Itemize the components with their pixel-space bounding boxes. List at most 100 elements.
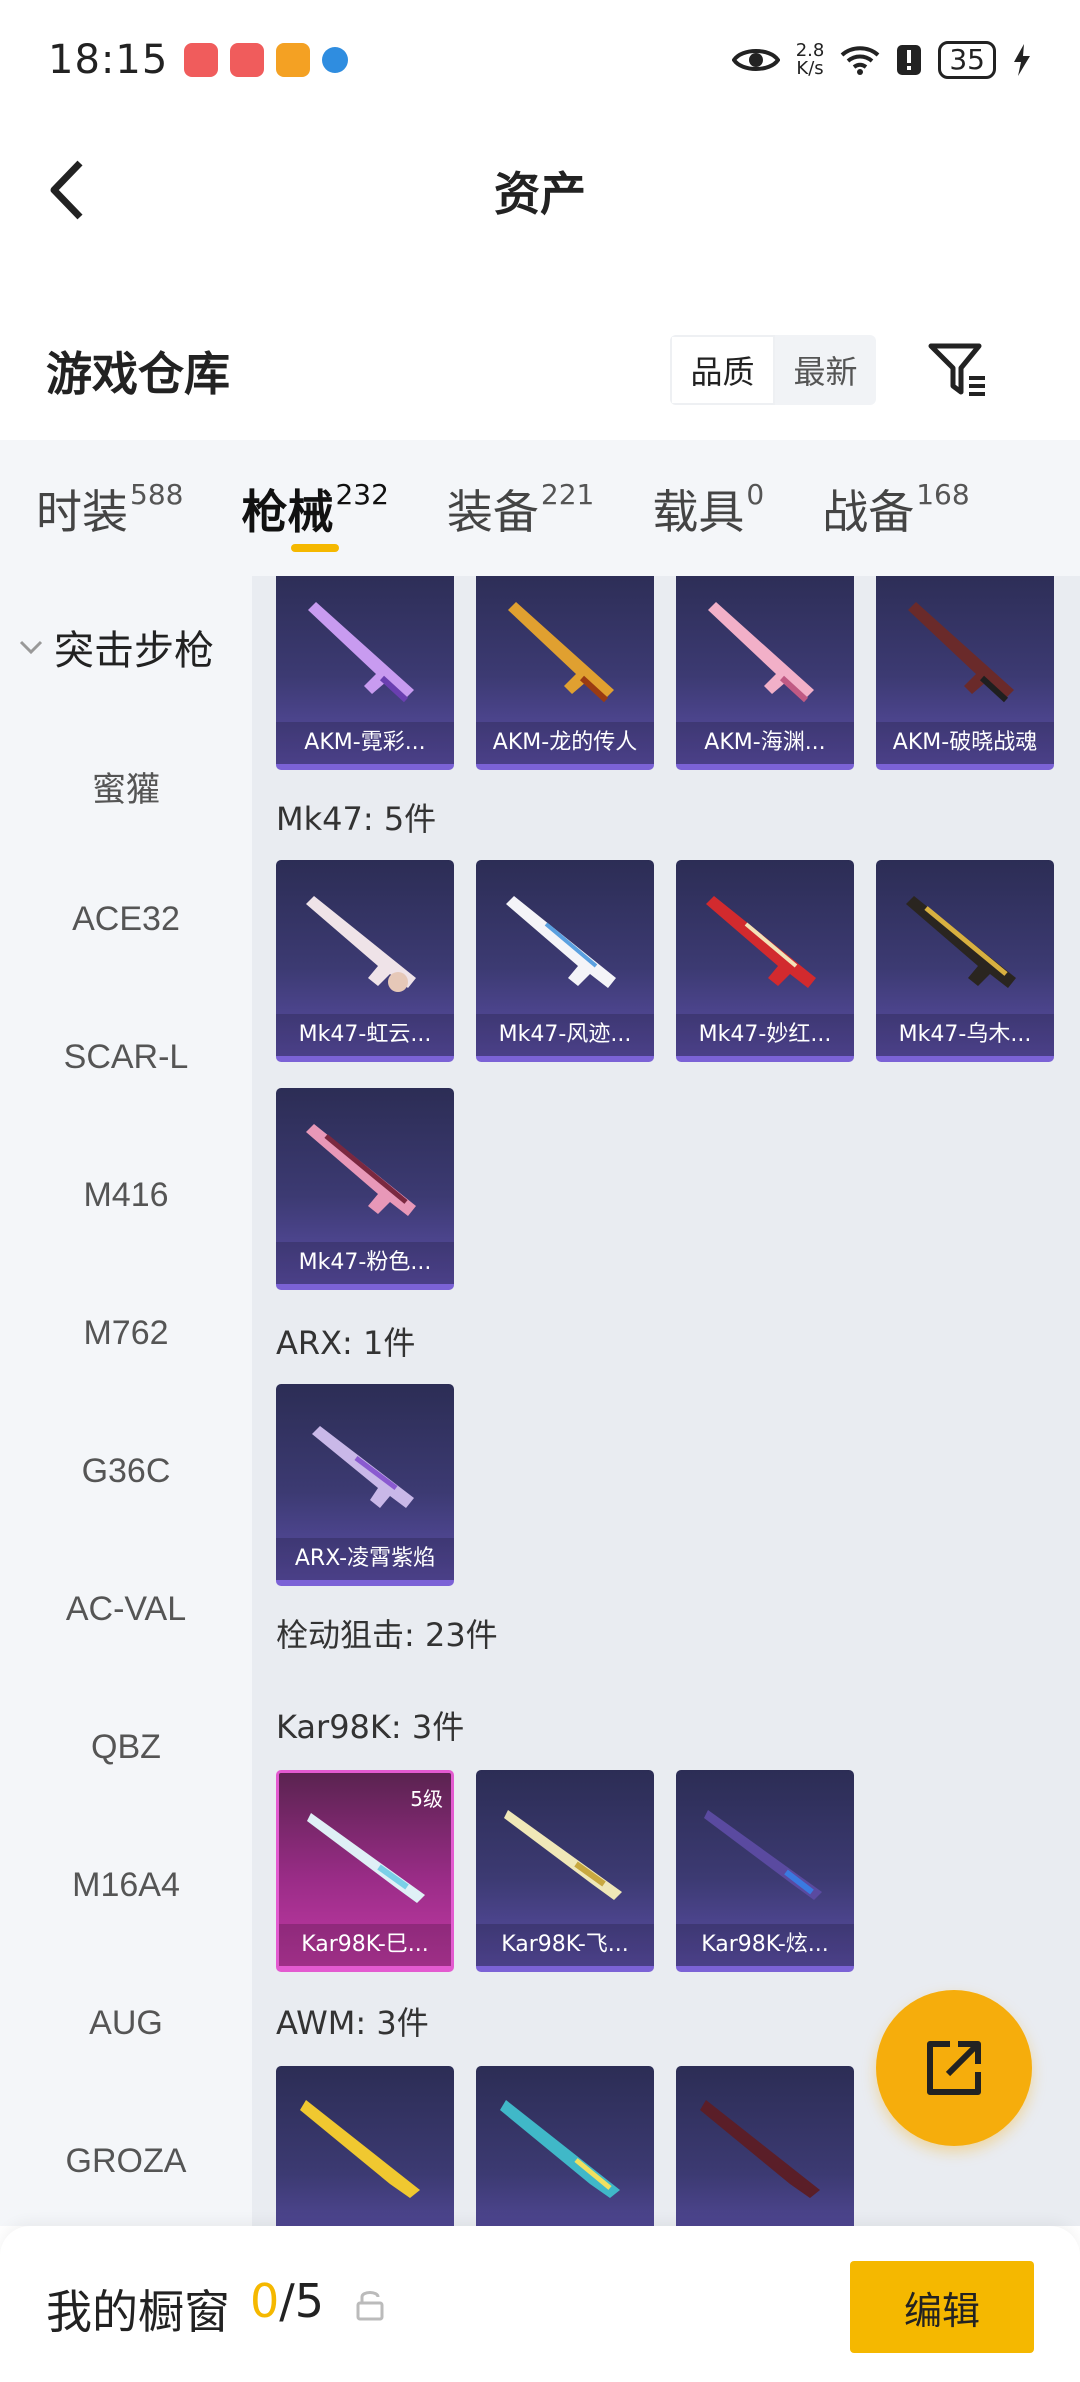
tab-fashion[interactable]: 时装588 bbox=[36, 440, 183, 576]
rifle-icon bbox=[508, 602, 614, 703]
skin-card[interactable]: AKM-海渊... bbox=[676, 576, 854, 770]
sidebar-item-m16a4[interactable]: M16A4 bbox=[0, 1866, 252, 1905]
weapon-sidebar: 突击步枪 蜜獾 ACE32 SCAR-L M416 M762 G36C AC-V… bbox=[0, 576, 252, 2226]
rifle-icon bbox=[700, 2100, 820, 2198]
rifle-icon bbox=[300, 2100, 420, 2198]
showcase-bar: 我的橱窗 0/5 编辑 bbox=[0, 2226, 1080, 2382]
sidebar-item-scar-l[interactable]: SCAR-L bbox=[0, 1038, 252, 1077]
skin-card-featured[interactable]: 5级 Kar98K-巳... bbox=[276, 1770, 454, 1972]
status-bar: 18:15 2.8 K/s 35 bbox=[0, 0, 1080, 120]
category-tabs: 时装588 枪械232 装备221 载具0 战备168 bbox=[0, 440, 1080, 576]
group-title-bolt-sniper: 栓动狙击: 23件 bbox=[276, 1616, 498, 1654]
share-fab-button[interactable] bbox=[876, 1990, 1032, 2146]
skin-card-label: AKM-破晓战魂 bbox=[876, 722, 1054, 764]
tab-label: 战备 bbox=[822, 485, 915, 539]
lock-icon bbox=[356, 2291, 384, 2321]
group-title-mk47: Mk47: 5件 bbox=[276, 800, 437, 838]
group-title-arx: ARX: 1件 bbox=[276, 1324, 416, 1362]
skin-card-label: Mk47-妙红... bbox=[676, 1014, 854, 1056]
tab-count: 0 bbox=[746, 478, 765, 511]
rifle-icon bbox=[704, 1810, 822, 1900]
skin-card[interactable]: AKM-霓彩... bbox=[276, 576, 454, 770]
skin-card[interactable]: Mk47-妙红... bbox=[676, 860, 854, 1062]
sidebar-item-g36c[interactable]: G36C bbox=[0, 1452, 252, 1491]
sidebar-item-m416[interactable]: M416 bbox=[0, 1176, 252, 1215]
notification-app-icon-1 bbox=[184, 43, 219, 77]
skin-card[interactable]: Mk47-风迹... bbox=[476, 860, 654, 1062]
weapon-skin-grid: AKM-霓彩... AKM-龙的传人 AKM-海渊... AKM-破晓战魂 Mk… bbox=[252, 576, 1080, 2226]
chevron-down-icon bbox=[19, 640, 43, 655]
sidebar-item-qbz[interactable]: QBZ bbox=[0, 1728, 252, 1767]
skin-card-label: ARX-凌霄紫焰 bbox=[276, 1538, 454, 1580]
skin-card[interactable]: Kar98K-飞... bbox=[476, 1770, 654, 1972]
skin-card[interactable]: Mk47-粉色... bbox=[276, 1088, 454, 1290]
sort-quality-button[interactable]: 品质 bbox=[670, 335, 775, 405]
rifle-icon bbox=[504, 1810, 622, 1900]
net-speed: 2.8 K/s bbox=[796, 42, 825, 78]
skin-card-label: AKM-霓彩... bbox=[276, 722, 454, 764]
rifle-icon bbox=[306, 1124, 416, 1216]
skin-card[interactable]: Kar98K-炫... bbox=[676, 1770, 854, 1972]
tab-label: 枪械 bbox=[241, 485, 334, 539]
wifi-icon bbox=[841, 46, 880, 75]
sidebar-category-label: 突击步枪 bbox=[54, 628, 214, 674]
skin-card[interactable] bbox=[276, 2066, 454, 2226]
skin-card-label: Mk47-虹云... bbox=[276, 1014, 454, 1056]
sidebar-item-honey-badger[interactable]: 蜜獾 bbox=[0, 762, 252, 811]
charging-icon bbox=[1014, 44, 1030, 76]
filter-button[interactable] bbox=[925, 338, 991, 404]
rifle-icon bbox=[312, 1426, 414, 1508]
status-app-icons bbox=[184, 43, 349, 77]
showcase-count: 0/5 bbox=[250, 2274, 324, 2328]
showcase-count-current: 0 bbox=[250, 2274, 280, 2328]
group-title-kar98k: Kar98K: 3件 bbox=[276, 1708, 465, 1746]
showcase-title: 我的橱窗 bbox=[46, 2285, 230, 2339]
tab-firearms[interactable]: 枪械232 bbox=[241, 440, 389, 576]
tab-vehicles[interactable]: 载具0 bbox=[652, 440, 764, 576]
skin-card[interactable]: Mk47-虹云... bbox=[276, 860, 454, 1062]
rifle-icon bbox=[306, 896, 416, 992]
sidebar-item-aug[interactable]: AUG bbox=[0, 2004, 252, 2043]
rifle-icon bbox=[708, 602, 814, 703]
skin-card[interactable]: Mk47-乌木... bbox=[876, 860, 1054, 1062]
filter-icon bbox=[928, 343, 985, 396]
edit-button[interactable]: 编辑 bbox=[850, 2261, 1034, 2353]
sidebar-item-ac-val[interactable]: AC-VAL bbox=[0, 1590, 252, 1629]
showcase-count-max: 5 bbox=[294, 2274, 325, 2328]
tab-count: 232 bbox=[335, 478, 389, 511]
warehouse-title: 游戏仓库 bbox=[46, 347, 230, 401]
skin-card[interactable]: AKM-龙的传人 bbox=[476, 576, 654, 770]
battery-icon: 35 bbox=[938, 41, 996, 79]
net-speed-unit: K/s bbox=[796, 58, 824, 79]
skin-card[interactable] bbox=[676, 2066, 854, 2226]
skin-card-label: Kar98K-炫... bbox=[676, 1924, 854, 1966]
rifle-icon bbox=[308, 602, 414, 703]
skin-card-label: AKM-龙的传人 bbox=[476, 722, 654, 764]
sidebar-item-groza[interactable]: GROZA bbox=[0, 2142, 252, 2181]
skin-card-label: Kar98K-巳... bbox=[279, 1924, 451, 1966]
page-title: 资产 bbox=[494, 167, 586, 221]
tab-label: 装备 bbox=[446, 485, 539, 539]
tab-gear[interactable]: 战备168 bbox=[822, 440, 969, 576]
warehouse-header: 游戏仓库 品质 最新 bbox=[0, 310, 1080, 430]
skin-card[interactable]: AKM-破晓战魂 bbox=[876, 576, 1054, 770]
sidebar-item-m762[interactable]: M762 bbox=[0, 1314, 252, 1353]
browser-app-icon bbox=[322, 47, 349, 73]
notification-app-icon-2 bbox=[230, 43, 265, 77]
sort-newest-button[interactable]: 最新 bbox=[775, 335, 876, 405]
showcase-count-separator: / bbox=[279, 2274, 295, 2328]
tab-count: 168 bbox=[916, 478, 970, 511]
sort-toggle: 品质 最新 bbox=[670, 335, 876, 405]
skin-card[interactable]: ARX-凌霄紫焰 bbox=[276, 1384, 454, 1586]
tab-label: 载具 bbox=[652, 485, 745, 539]
rifle-icon bbox=[908, 602, 1014, 703]
skin-card-label: Mk47-粉色... bbox=[276, 1242, 454, 1284]
sidebar-item-ace32[interactable]: ACE32 bbox=[0, 900, 252, 939]
sidebar-category-assault-rifle[interactable]: 突击步枪 bbox=[18, 618, 214, 676]
external-link-icon bbox=[927, 2041, 981, 2095]
skin-card[interactable] bbox=[476, 2066, 654, 2226]
skin-card-label: Kar98K-飞... bbox=[476, 1924, 654, 1966]
tab-label: 时装 bbox=[36, 485, 128, 539]
tab-equipment[interactable]: 装备221 bbox=[447, 440, 594, 576]
eye-icon bbox=[731, 49, 780, 71]
